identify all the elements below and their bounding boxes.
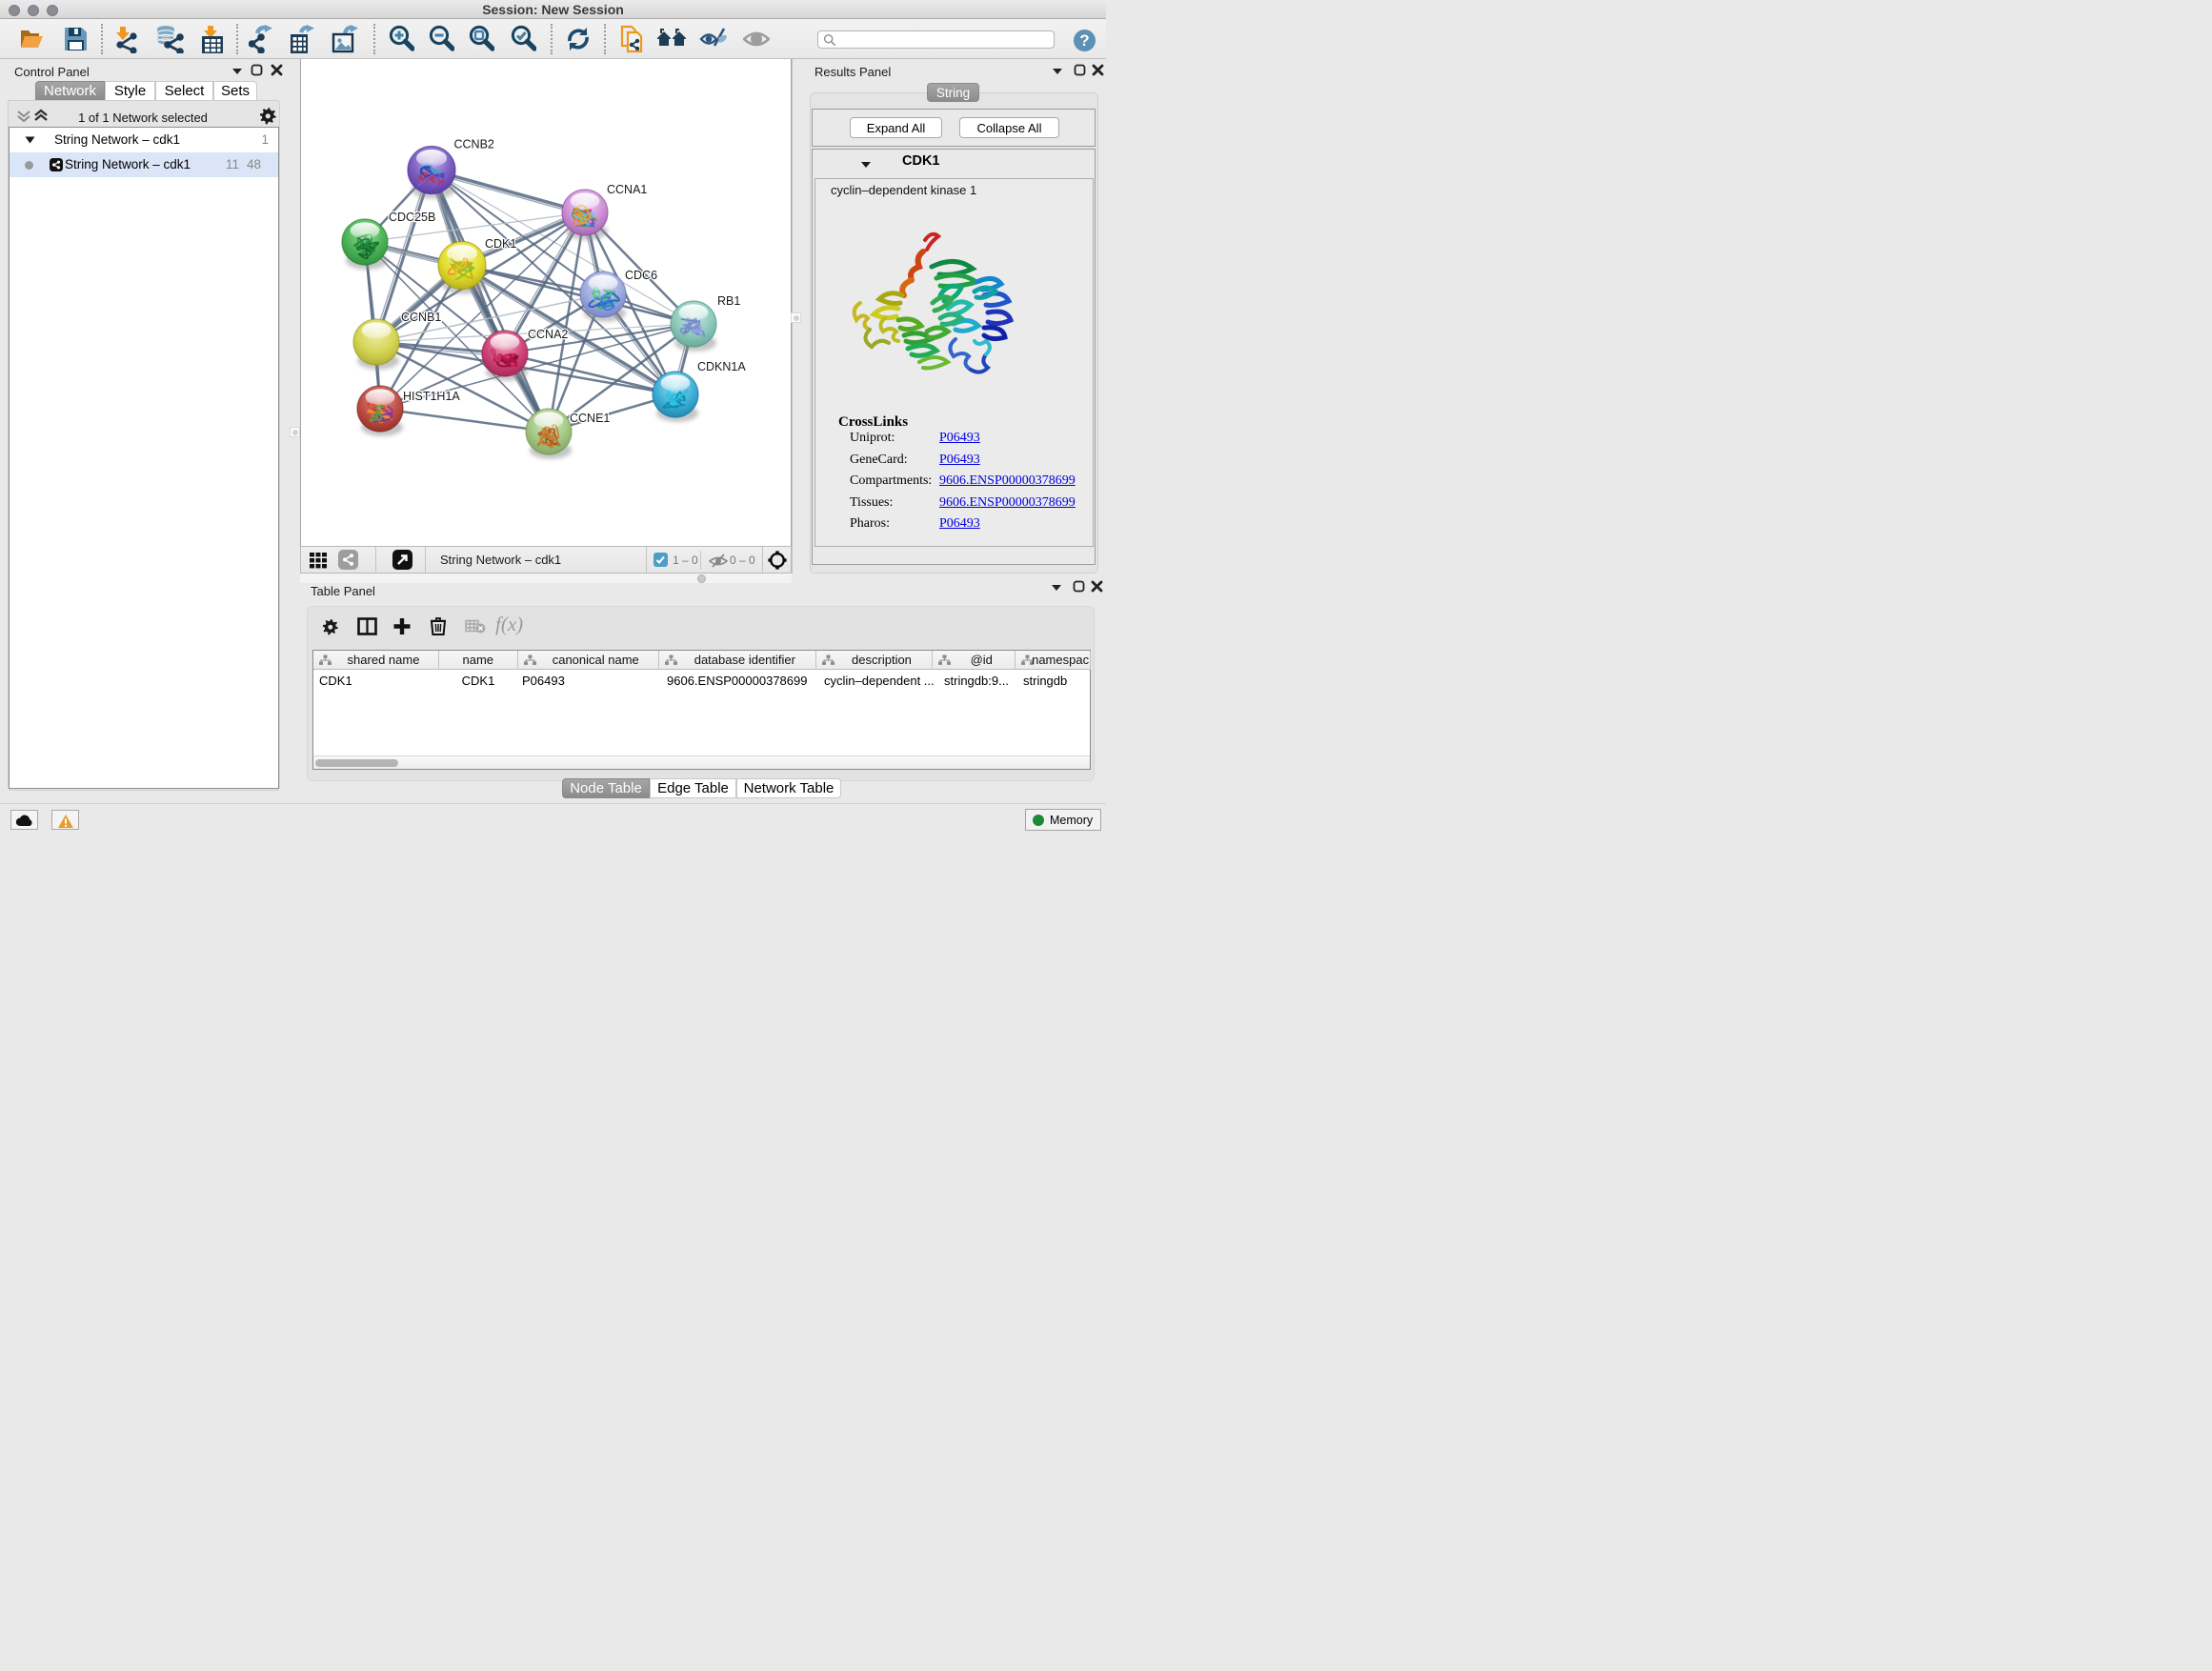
svg-text:CCNB2: CCNB2 xyxy=(454,138,494,151)
svg-text:CCNE1: CCNE1 xyxy=(570,412,610,425)
svg-text:CCNA1: CCNA1 xyxy=(607,183,647,196)
svg-text:CDK1: CDK1 xyxy=(485,237,516,251)
svg-text:CCNA2: CCNA2 xyxy=(528,328,568,341)
svg-text:CCNB1: CCNB1 xyxy=(401,311,441,324)
svg-text:RB1: RB1 xyxy=(717,294,740,308)
svg-text:HIST1H1A: HIST1H1A xyxy=(403,390,460,403)
svg-text:CDC25B: CDC25B xyxy=(389,211,435,224)
svg-text:CDC6: CDC6 xyxy=(625,269,657,282)
svg-text:CDKN1A: CDKN1A xyxy=(697,360,746,373)
